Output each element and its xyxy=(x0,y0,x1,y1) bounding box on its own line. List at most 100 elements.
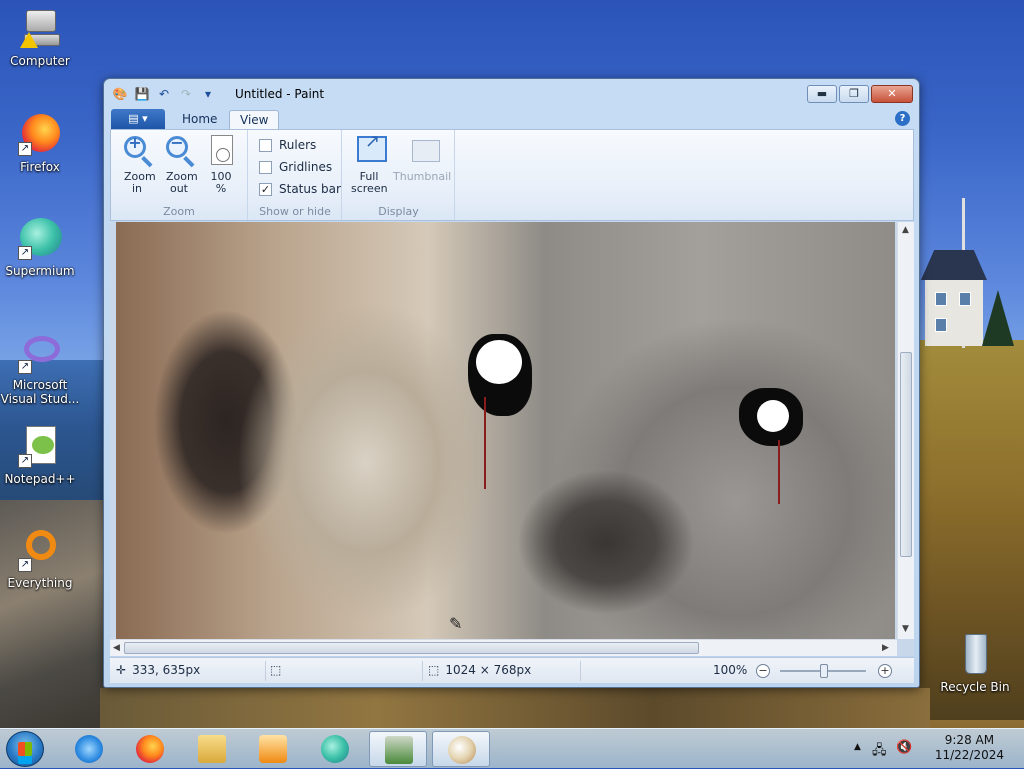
scroll-right-icon[interactable]: ▶ xyxy=(882,643,889,653)
move-cursor-icon: ✛ xyxy=(116,663,127,677)
scroll-down-icon[interactable]: ▼ xyxy=(902,624,909,634)
pencil-cursor-icon: ✎ xyxy=(449,614,463,633)
title-bar[interactable]: 🎨 💾 ↶ ↷ ▾ Untitled - Paint ▬ ❐ ✕ xyxy=(104,79,919,109)
notepad-plus-plus-icon: ↗ xyxy=(16,424,64,470)
internet-explorer-icon xyxy=(75,735,103,763)
show-or-hide-group-label: Show or hide xyxy=(259,205,331,218)
desktop-icon-recycle-bin[interactable]: Recycle Bin xyxy=(935,632,1015,694)
volume-muted-icon[interactable]: 🔇 xyxy=(896,740,912,755)
scroll-up-icon[interactable]: ▲ xyxy=(902,225,909,235)
zoom-in-small-icon[interactable]: + xyxy=(878,664,892,678)
clock[interactable]: 9:28 AM 11/22/2024 xyxy=(935,733,1004,763)
painted-eye-right xyxy=(739,388,803,446)
network-icon[interactable]: 🖧 xyxy=(872,741,887,763)
thumbnail-button[interactable]: Thumbnail xyxy=(393,134,451,183)
close-button[interactable]: ✕ xyxy=(871,85,913,103)
tab-home[interactable]: Home xyxy=(172,110,227,130)
zoom-out-button[interactable]: − Zoom out xyxy=(159,134,199,195)
redo-icon[interactable]: ↷ xyxy=(178,86,194,102)
display-group: Full screen Thumbnail Display xyxy=(343,130,455,220)
help-icon[interactable]: ? xyxy=(895,111,910,126)
computer-icon xyxy=(16,6,64,52)
display-group-label: Display xyxy=(378,205,419,218)
customize-qat-chevron-icon[interactable]: ▾ xyxy=(200,86,216,102)
supermium-icon xyxy=(321,735,349,763)
desktop-icon-computer[interactable]: Computer xyxy=(0,6,80,68)
status-bar-checkbox[interactable]: ✓ Status bar xyxy=(259,180,341,198)
zoom-out-icon: − xyxy=(163,134,195,168)
save-icon[interactable]: 💾 xyxy=(134,86,150,102)
actual-size-page-icon xyxy=(205,134,237,168)
system-tray: ▲ 🖧 🔇 9:28 AM 11/22/2024 xyxy=(854,729,1024,769)
taskbar-firefox[interactable] xyxy=(121,731,179,767)
taskbar-file-explorer[interactable] xyxy=(183,731,241,767)
rulers-checkbox[interactable]: Rulers xyxy=(259,136,316,154)
full-screen-icon xyxy=(353,134,387,168)
rulers-checkbox-box[interactable] xyxy=(259,138,272,152)
firefox-icon xyxy=(136,735,164,763)
ribbon-tabs: ▤ ▾ Home View ? xyxy=(110,108,914,130)
taskbar-paint[interactable] xyxy=(432,731,490,767)
canvas-area[interactable]: ✎ ▲ ▼ ◀ ▶ xyxy=(110,222,914,656)
scroll-left-icon[interactable]: ◀ xyxy=(113,643,120,653)
media-player-icon xyxy=(259,735,287,763)
image-size: ⬚ 1024 × 768px xyxy=(428,663,532,677)
desktop-icon-firefox[interactable]: ↗ Firefox xyxy=(0,112,80,174)
painted-tear-right xyxy=(778,440,780,504)
koala-image-canvas[interactable]: ✎ xyxy=(116,222,895,639)
taskbar-internet-explorer[interactable] xyxy=(60,731,118,767)
gridlines-checkbox-box[interactable] xyxy=(259,160,272,174)
folder-icon xyxy=(198,735,226,763)
zoom-level: 100% xyxy=(713,663,748,677)
recycle-bin-icon xyxy=(951,632,999,678)
everything-search-icon: ↗ xyxy=(16,528,64,574)
cursor-position: ✛ 333, 635px xyxy=(116,663,201,677)
status-bar-checkbox-box[interactable]: ✓ xyxy=(259,182,272,196)
vertical-scrollbar[interactable]: ▲ ▼ xyxy=(897,222,914,639)
quick-access-toolbar: 🎨 💾 ↶ ↷ ▾ xyxy=(112,86,216,102)
zoom-in-button[interactable]: + Zoom in xyxy=(117,134,157,195)
image-size-icon: ⬚ xyxy=(428,663,440,677)
thumbnail-icon xyxy=(404,134,440,168)
desktop-icon-supermium[interactable]: ↗ Supermium xyxy=(0,216,80,278)
desktop-icon-visual-studio[interactable]: ↗ Microsoft Visual Stud... xyxy=(0,330,80,406)
window-title: Untitled - Paint xyxy=(235,87,325,101)
status-bar: ✛ 333, 635px ⬚ ⬚ 1024 × 768px 100% − + xyxy=(110,657,914,683)
desktop-wallpaper-shore xyxy=(100,688,930,730)
selection-size: ⬚ xyxy=(270,663,281,677)
show-hidden-icons-chevron-icon[interactable]: ▲ xyxy=(854,742,861,752)
paint-app-icon[interactable]: 🎨 xyxy=(112,86,128,102)
start-button[interactable] xyxy=(6,731,44,767)
horizontal-scroll-thumb[interactable] xyxy=(124,642,699,654)
zoom-in-icon: + xyxy=(121,134,153,168)
taskbar-supermium[interactable] xyxy=(306,731,364,767)
desktop-wallpaper-house xyxy=(921,250,987,346)
taskbar-terminal[interactable] xyxy=(369,731,427,767)
zoom-slider-knob[interactable] xyxy=(820,664,828,678)
firefox-icon: ↗ xyxy=(16,112,64,158)
taskbar-media-player[interactable] xyxy=(244,731,302,767)
full-screen-button[interactable]: Full screen xyxy=(349,134,389,195)
actual-size-button[interactable]: 100 % xyxy=(201,134,241,195)
painted-eye-left xyxy=(468,334,532,416)
paint-palette-icon xyxy=(448,736,476,764)
maximize-button[interactable]: ❐ xyxy=(839,85,869,103)
visual-studio-icon: ↗ xyxy=(16,330,64,376)
vertical-scroll-thumb[interactable] xyxy=(900,352,912,557)
desktop-icon-notepad-plus-plus[interactable]: ↗ Notepad++ xyxy=(0,424,80,486)
zoom-out-small-icon[interactable]: − xyxy=(756,664,770,678)
selection-icon: ⬚ xyxy=(270,663,282,677)
paint-menu-button[interactable]: ▤ ▾ xyxy=(111,109,165,129)
terminal-icon xyxy=(385,736,413,764)
horizontal-scrollbar[interactable]: ◀ ▶ xyxy=(110,639,897,656)
zoom-slider[interactable] xyxy=(780,664,866,678)
minimize-button[interactable]: ▬ xyxy=(807,85,837,103)
supermium-icon: ↗ xyxy=(16,216,64,262)
undo-icon[interactable]: ↶ xyxy=(156,86,172,102)
gridlines-checkbox[interactable]: Gridlines xyxy=(259,158,332,176)
paint-window[interactable]: 🎨 💾 ↶ ↷ ▾ Untitled - Paint ▬ ❐ ✕ ▤ ▾ Hom… xyxy=(103,78,920,688)
taskbar: ▲ 🖧 🔇 9:28 AM 11/22/2024 xyxy=(0,728,1024,768)
painted-tear-left xyxy=(484,397,486,489)
desktop-icon-everything[interactable]: ↗ Everything xyxy=(0,528,80,590)
tab-view[interactable]: View xyxy=(229,110,280,130)
